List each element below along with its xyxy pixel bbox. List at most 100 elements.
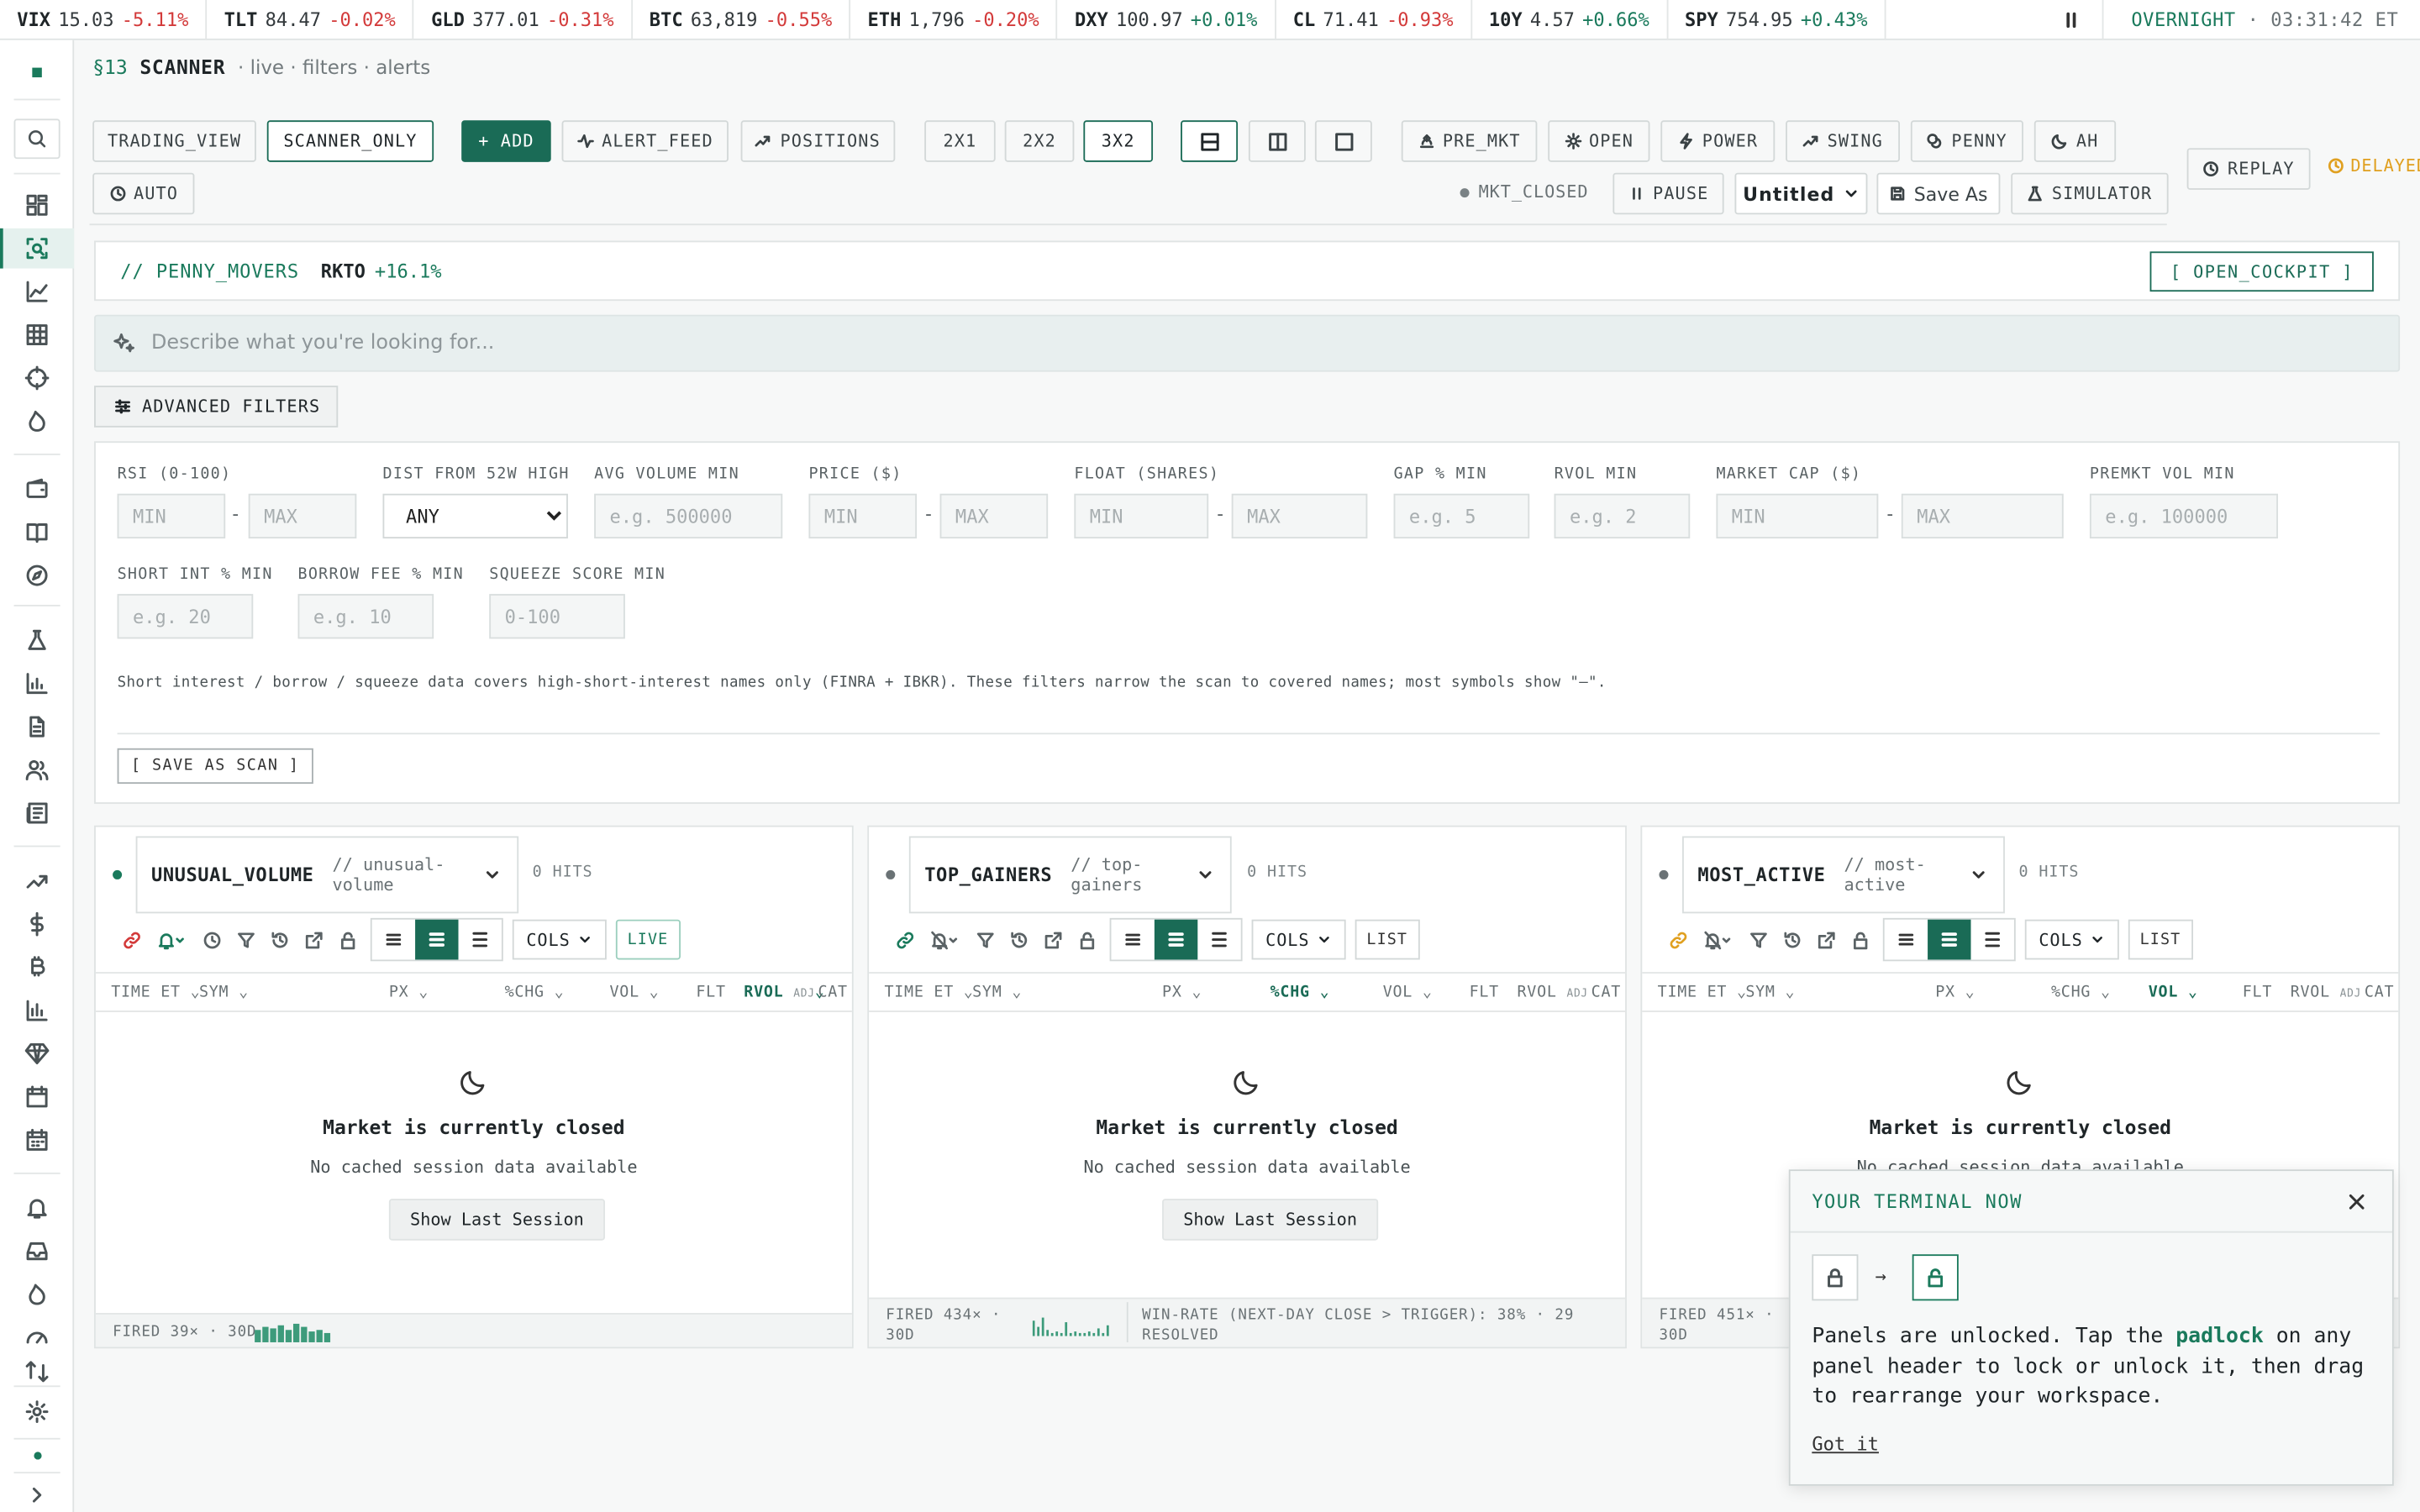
sidebar-item-charts[interactable]: [0, 271, 74, 312]
col-cat[interactable]: CAT: [818, 984, 847, 1001]
sidebar-item-news[interactable]: [0, 793, 74, 833]
density-normal-icon[interactable]: [1928, 919, 1971, 960]
borrow-fee-input[interactable]: [297, 594, 434, 639]
sidebar-item-rank[interactable]: [0, 664, 74, 704]
gap-input[interactable]: [1393, 493, 1530, 539]
short-interest-input[interactable]: [117, 594, 254, 639]
price-min-input[interactable]: [808, 493, 918, 539]
layout-3x2-button[interactable]: 3X2: [1083, 120, 1154, 162]
density-normal-icon[interactable]: [1154, 919, 1198, 960]
col-px[interactable]: PX ⌄: [389, 984, 429, 1001]
panel-scan-select[interactable]: MOST_ACTIVE // most-active: [1682, 836, 2005, 914]
sidebar-item-speed[interactable]: [0, 1318, 74, 1358]
external-link-icon[interactable]: [297, 930, 330, 950]
squeeze-score-input[interactable]: [489, 594, 625, 639]
sidebar-search[interactable]: [0, 118, 74, 160]
sidebar-item-heat[interactable]: [0, 1274, 74, 1315]
ticker-item[interactable]: GLD 377.01 -0.31%: [414, 0, 633, 39]
float-max-input[interactable]: [1231, 493, 1368, 539]
col-chg[interactable]: %CHG ⌄: [505, 984, 565, 1001]
sidebar-item-dollar[interactable]: [0, 904, 74, 944]
col-sym[interactable]: SYM ⌄: [972, 984, 1022, 1001]
dist-52w-select[interactable]: ANY: [382, 493, 568, 539]
col-time[interactable]: TIME ET ⌄: [111, 984, 200, 1001]
external-link-icon[interactable]: [1809, 930, 1843, 950]
ticker-item[interactable]: 10Y 4.57 +0.66%: [1472, 0, 1668, 39]
density-loose-icon[interactable]: [459, 920, 502, 960]
sidebar-item-calendar[interactable]: [0, 1077, 74, 1117]
single-view-button[interactable]: [1314, 120, 1372, 162]
col-vol[interactable]: VOL ⌄: [610, 984, 660, 1001]
sidebar-item-gems[interactable]: [0, 1034, 74, 1074]
close-icon[interactable]: [2346, 1191, 2368, 1213]
preset-open-button[interactable]: OPEN: [1548, 120, 1650, 162]
preset-ah-button[interactable]: AH: [2033, 120, 2117, 162]
col-chg[interactable]: %CHG ⌄: [2051, 984, 2111, 1001]
trading-view-button[interactable]: TRADING_VIEW: [92, 120, 256, 162]
density-loose-icon[interactable]: [1197, 920, 1240, 960]
save-as-button[interactable]: Save As: [1876, 172, 2001, 215]
preset-swing-button[interactable]: SWING: [1786, 120, 1901, 162]
sidebar-item-settings[interactable]: [0, 1392, 74, 1432]
col-vol[interactable]: VOL ⌄: [2149, 984, 2198, 1001]
ticker-item[interactable]: VIX 15.03 -5.11%: [0, 0, 208, 39]
split-rows-button[interactable]: [1181, 120, 1239, 162]
clock-icon[interactable]: [194, 930, 228, 950]
ticker-item[interactable]: BTC 63,819 -0.55%: [633, 0, 851, 39]
col-rvol[interactable]: RVOL ADJ: [2291, 984, 2361, 1001]
bell-icon[interactable]: [148, 930, 194, 950]
external-link-icon[interactable]: [1035, 930, 1069, 950]
ticker-item[interactable]: CL 71.41 -0.93%: [1276, 0, 1472, 39]
show-last-session-button[interactable]: Show Last Session: [388, 1199, 605, 1241]
avg-volume-input[interactable]: [594, 493, 783, 539]
col-cat[interactable]: CAT: [2365, 984, 2394, 1001]
sidebar-item-trending[interactable]: [0, 861, 74, 901]
lock-icon[interactable]: [330, 930, 364, 950]
logo-icon[interactable]: [0, 52, 74, 92]
sidebar-item-stats[interactable]: [0, 990, 74, 1031]
density-compact-icon[interactable]: [372, 920, 415, 960]
rvol-input[interactable]: [1554, 493, 1691, 539]
penny-movers-symbol[interactable]: RKTO: [321, 260, 366, 281]
price-max-input[interactable]: [939, 493, 1049, 539]
simulator-button[interactable]: SIMULATOR: [2011, 172, 2169, 215]
panel-scan-select[interactable]: UNUSUAL_VOLUME // unusual-volume: [135, 836, 519, 914]
layout-2x2-button[interactable]: 2X2: [1004, 120, 1075, 162]
ticker-item[interactable]: ETH 1,796 -0.20%: [850, 0, 1058, 39]
lock-icon[interactable]: [1070, 930, 1103, 950]
col-cat[interactable]: CAT: [1591, 984, 1621, 1001]
col-time[interactable]: TIME ET ⌄: [884, 984, 973, 1001]
sidebar-item-docs[interactable]: [0, 706, 74, 747]
market-cap-max-input[interactable]: [1901, 493, 2064, 539]
sidebar-item-crypto[interactable]: [0, 948, 74, 988]
premkt-vol-input[interactable]: [2089, 493, 2279, 539]
float-min-input[interactable]: [1074, 493, 1209, 539]
col-rvol[interactable]: RVOL ADJ⌄: [744, 984, 824, 1001]
workspace-select[interactable]: Untitled: [1734, 172, 1868, 215]
ticker-item[interactable]: TLT 84.47 -0.02%: [207, 0, 414, 39]
columns-dropdown[interactable]: COLS: [2024, 919, 2118, 960]
density-normal-icon[interactable]: [415, 919, 459, 960]
search-input[interactable]: [150, 331, 2312, 355]
sidebar-item-explore[interactable]: [0, 555, 74, 596]
sidebar-expand-button[interactable]: [0, 1475, 74, 1512]
live-toggle-button[interactable]: LIVE: [614, 919, 681, 960]
positions-button[interactable]: POSITIONS: [740, 120, 896, 162]
filter-icon[interactable]: [968, 930, 1002, 950]
got-it-link[interactable]: Got it: [1812, 1433, 1879, 1455]
advanced-filters-button[interactable]: ADVANCED FILTERS: [94, 386, 339, 428]
sidebar-item-swap[interactable]: [0, 1361, 74, 1383]
sidebar-item-dashboard[interactable]: [0, 185, 74, 225]
bell-off-icon[interactable]: [1695, 930, 1741, 950]
col-flt[interactable]: FLT: [2243, 984, 2272, 1001]
columns-dropdown[interactable]: COLS: [1251, 919, 1345, 960]
sidebar-item-target[interactable]: [0, 358, 74, 398]
market-cap-min-input[interactable]: [1716, 493, 1879, 539]
density-loose-icon[interactable]: [1971, 920, 2014, 960]
sidebar-item-alerts[interactable]: [0, 1188, 74, 1228]
density-compact-icon[interactable]: [1885, 920, 1928, 960]
list-toggle-button[interactable]: LIST: [1354, 919, 1420, 960]
col-flt[interactable]: FLT: [696, 984, 725, 1001]
pause-button[interactable]: PAUSE: [1612, 172, 1724, 215]
lock-icon[interactable]: [1843, 930, 1876, 950]
